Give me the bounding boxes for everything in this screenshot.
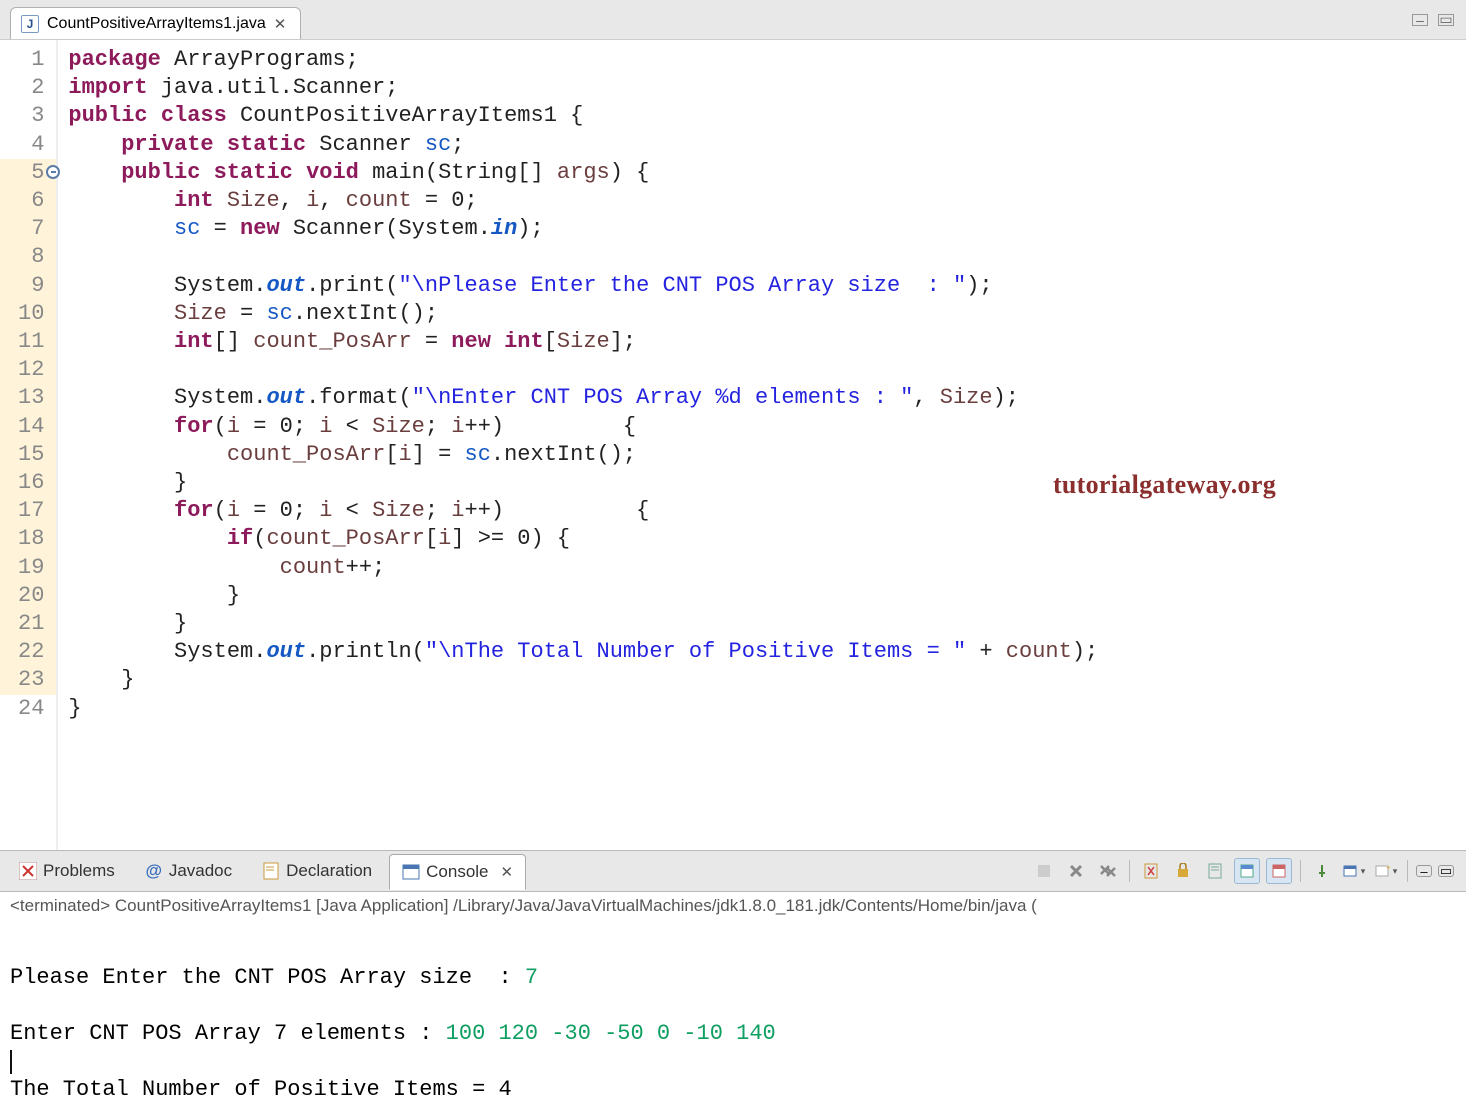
line-gutter: 123456789101112131415161718192021222324 [0,40,58,850]
console-output[interactable]: Please Enter the CNT POS Array size : 7 … [0,920,1466,1120]
editor-tab-bar: J CountPositiveArrayItems1.java ✕ – ▭ [0,0,1466,40]
code-editor[interactable]: 123456789101112131415161718192021222324 … [0,40,1466,850]
svg-text:+: + [1386,864,1391,872]
close-tab-icon[interactable]: ✕ [274,15,287,33]
problems-icon [19,862,37,880]
close-view-icon[interactable]: ✕ [501,863,514,881]
watermark: tutorialgateway.org [1053,470,1276,500]
min-view-icon[interactable]: – [1416,865,1432,877]
console-header: <terminated> CountPositiveArrayItems1 [J… [0,892,1466,920]
problems-label: Problems [43,861,115,881]
console-tab[interactable]: Console ✕ [389,854,526,890]
javadoc-icon: @ [145,862,163,880]
clear-console-icon[interactable] [1138,858,1164,884]
console-toolbar: + – ▭ [1031,858,1460,884]
terminate-icon[interactable] [1031,858,1057,884]
problems-tab[interactable]: Problems [6,853,128,889]
maximize-icon[interactable]: ▭ [1438,14,1454,26]
max-view-icon[interactable]: ▭ [1438,865,1454,877]
code-area[interactable]: package ArrayPrograms; import java.util.… [58,40,1466,850]
bottom-tab-bar: Problems @ Javadoc Declaration Console ✕… [0,850,1466,892]
java-file-icon: J [21,15,39,33]
word-wrap-icon[interactable] [1202,858,1228,884]
console-label: Console [426,862,488,882]
show-console-err-icon[interactable] [1266,858,1292,884]
open-console-icon[interactable]: + [1373,858,1399,884]
pin-console-icon[interactable] [1309,858,1335,884]
editor-tab[interactable]: J CountPositiveArrayItems1.java ✕ [10,7,301,39]
display-selected-console-icon[interactable] [1341,858,1367,884]
show-console-out-icon[interactable] [1234,858,1260,884]
console-icon [402,863,420,881]
declaration-label: Declaration [286,861,372,881]
minimize-icon[interactable]: – [1412,14,1428,26]
declaration-icon [262,862,280,880]
remove-launch-icon[interactable] [1063,858,1089,884]
tab-filename: CountPositiveArrayItems1.java [47,15,266,33]
javadoc-label: Javadoc [169,861,232,881]
javadoc-tab[interactable]: @ Javadoc [132,853,245,889]
remove-all-icon[interactable] [1095,858,1121,884]
declaration-tab[interactable]: Declaration [249,853,385,889]
scroll-lock-icon[interactable] [1170,858,1196,884]
